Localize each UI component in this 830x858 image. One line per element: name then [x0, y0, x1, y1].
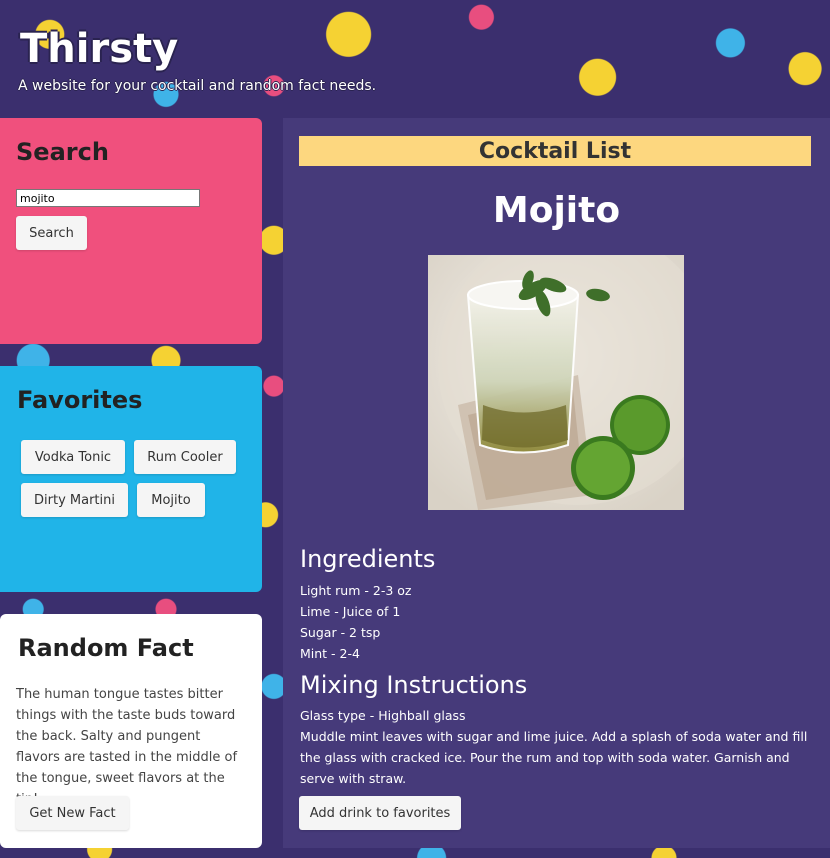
drink-photo [428, 255, 684, 510]
add-to-favorites-button[interactable]: Add drink to favorites [299, 796, 461, 830]
favorite-vodka-tonic-button[interactable]: Vodka Tonic [21, 440, 125, 474]
list-item: Lime - Juice of 1 [300, 604, 401, 619]
search-input[interactable] [16, 189, 200, 207]
search-panel: Search Search [0, 118, 262, 344]
get-new-fact-button[interactable]: Get New Fact [16, 796, 129, 830]
mixing-instructions-heading: Mixing Instructions [300, 671, 528, 699]
glass-type: Glass type - Highball glass [300, 708, 466, 723]
cocktail-panel: Cocktail List Mojito Ingredients Light r… [283, 118, 830, 848]
ingredients-heading: Ingredients [300, 545, 436, 573]
cocktail-list-heading: Cocktail List [299, 136, 811, 166]
favorites-heading: Favorites [17, 386, 143, 414]
drink-name: Mojito [492, 190, 621, 231]
random-fact-heading: Random Fact [18, 634, 194, 662]
favorite-rum-cooler-button[interactable]: Rum Cooler [134, 440, 236, 474]
site-title: Thirsty [20, 26, 179, 72]
site-tagline: A website for your cocktail and random f… [18, 78, 377, 94]
search-button[interactable]: Search [16, 216, 87, 250]
list-item: Sugar - 2 tsp [300, 625, 381, 640]
random-fact-panel: Random Fact The human tongue tastes bitt… [0, 614, 262, 848]
list-item: Mint - 2-4 [300, 646, 360, 661]
search-heading: Search [16, 138, 109, 166]
favorite-mojito-button[interactable]: Mojito [137, 483, 205, 517]
mojito-glass-image [428, 255, 684, 510]
random-fact-text: The human tongue tastes bitter things wi… [16, 687, 238, 807]
site-header: Thirsty A website for your cocktail and … [0, 0, 830, 118]
favorite-dirty-martini-button[interactable]: Dirty Martini [21, 483, 128, 517]
ingredients-list: Light rum - 2-3 oz Lime - Juice of 1 Sug… [300, 580, 411, 664]
favorites-panel: Favorites Vodka Tonic Rum Cooler Dirty M… [0, 366, 262, 592]
mixing-instructions: Glass type - Highball glass Muddle mint … [300, 705, 816, 789]
instructions-text: Muddle mint leaves with sugar and lime j… [300, 729, 808, 786]
list-item: Light rum - 2-3 oz [300, 583, 412, 598]
